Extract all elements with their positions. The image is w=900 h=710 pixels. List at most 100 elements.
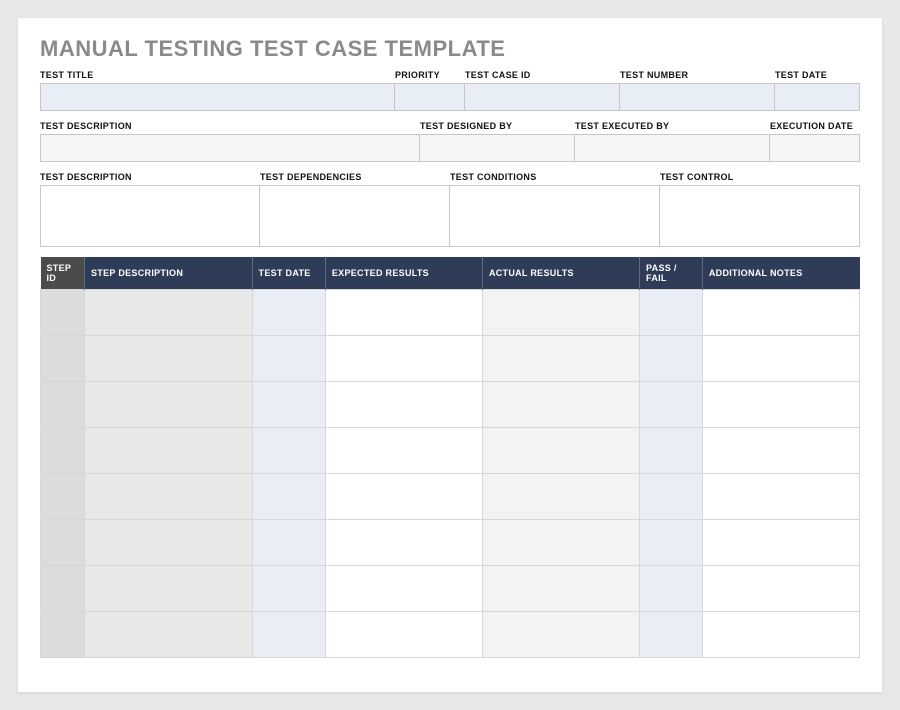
table-row <box>41 520 860 566</box>
label-test-case-id: TEST CASE ID <box>465 68 620 83</box>
cell-notes[interactable] <box>702 382 859 428</box>
cell-step-id[interactable] <box>41 336 85 382</box>
cell-pass-fail[interactable] <box>640 428 703 474</box>
cell-expected[interactable] <box>325 612 482 658</box>
cell-test-date[interactable] <box>252 290 325 336</box>
cell-test-date[interactable] <box>252 336 325 382</box>
cell-expected[interactable] <box>325 474 482 520</box>
cell-test-date[interactable] <box>252 566 325 612</box>
cell-step-id[interactable] <box>41 566 85 612</box>
cell-step-desc[interactable] <box>84 382 252 428</box>
cell-step-desc[interactable] <box>84 290 252 336</box>
cell-actual[interactable] <box>482 520 639 566</box>
cell-step-id[interactable] <box>41 474 85 520</box>
cell-test-date[interactable] <box>252 520 325 566</box>
cell-expected[interactable] <box>325 382 482 428</box>
fields-row-3: TEST DESCRIPTION TEST DEPENDENCIES TEST … <box>40 170 860 247</box>
label-test-date: TEST DATE <box>775 68 860 83</box>
table-row <box>41 428 860 474</box>
col-pass-fail: PASS / FAIL <box>640 257 703 290</box>
label-test-number: TEST NUMBER <box>620 68 775 83</box>
table-row <box>41 290 860 336</box>
cell-actual[interactable] <box>482 612 639 658</box>
col-step-id: STEP ID <box>41 257 85 290</box>
field-test-date[interactable] <box>775 83 860 111</box>
cell-pass-fail[interactable] <box>640 474 703 520</box>
cell-notes[interactable] <box>702 612 859 658</box>
template-page: MANUAL TESTING TEST CASE TEMPLATE TEST T… <box>18 18 882 692</box>
cell-pass-fail[interactable] <box>640 566 703 612</box>
cell-step-id[interactable] <box>41 612 85 658</box>
cell-step-id[interactable] <box>41 290 85 336</box>
table-row <box>41 474 860 520</box>
cell-expected[interactable] <box>325 520 482 566</box>
field-test-description-r2[interactable] <box>40 134 420 162</box>
cell-step-desc[interactable] <box>84 520 252 566</box>
cell-pass-fail[interactable] <box>640 290 703 336</box>
field-test-title[interactable] <box>40 83 395 111</box>
cell-pass-fail[interactable] <box>640 336 703 382</box>
label-execution-date: EXECUTION DATE <box>770 119 860 134</box>
cell-notes[interactable] <box>702 474 859 520</box>
cell-actual[interactable] <box>482 428 639 474</box>
cell-expected[interactable] <box>325 336 482 382</box>
col-actual: ACTUAL RESULTS <box>482 257 639 290</box>
cell-actual[interactable] <box>482 566 639 612</box>
steps-header-row: STEP ID STEP DESCRIPTION TEST DATE EXPEC… <box>41 257 860 290</box>
cell-step-desc[interactable] <box>84 474 252 520</box>
label-priority: PRIORITY <box>395 68 465 83</box>
cell-notes[interactable] <box>702 566 859 612</box>
field-test-conditions[interactable] <box>450 185 660 247</box>
label-test-dependencies: TEST DEPENDENCIES <box>260 170 450 185</box>
cell-actual[interactable] <box>482 290 639 336</box>
cell-step-desc[interactable] <box>84 336 252 382</box>
cell-step-desc[interactable] <box>84 428 252 474</box>
col-expected: EXPECTED RESULTS <box>325 257 482 290</box>
cell-actual[interactable] <box>482 336 639 382</box>
cell-pass-fail[interactable] <box>640 382 703 428</box>
label-test-title: TEST TITLE <box>40 68 395 83</box>
cell-expected[interactable] <box>325 290 482 336</box>
table-row <box>41 336 860 382</box>
cell-step-id[interactable] <box>41 520 85 566</box>
field-test-dependencies[interactable] <box>260 185 450 247</box>
col-step-desc: STEP DESCRIPTION <box>84 257 252 290</box>
field-execution-date[interactable] <box>770 134 860 162</box>
cell-step-desc[interactable] <box>84 566 252 612</box>
field-test-executed-by[interactable] <box>575 134 770 162</box>
cell-pass-fail[interactable] <box>640 612 703 658</box>
cell-pass-fail[interactable] <box>640 520 703 566</box>
table-row <box>41 612 860 658</box>
steps-table: STEP ID STEP DESCRIPTION TEST DATE EXPEC… <box>40 257 860 658</box>
cell-step-id[interactable] <box>41 382 85 428</box>
cell-notes[interactable] <box>702 336 859 382</box>
field-test-case-id[interactable] <box>465 83 620 111</box>
cell-expected[interactable] <box>325 566 482 612</box>
fields-row-1: TEST TITLE PRIORITY TEST CASE ID TEST NU… <box>40 68 860 111</box>
cell-actual[interactable] <box>482 474 639 520</box>
cell-test-date[interactable] <box>252 612 325 658</box>
label-test-description-r3: TEST DESCRIPTION <box>40 170 260 185</box>
cell-test-date[interactable] <box>252 428 325 474</box>
label-test-designed-by: TEST DESIGNED BY <box>420 119 575 134</box>
cell-step-id[interactable] <box>41 428 85 474</box>
cell-test-date[interactable] <box>252 474 325 520</box>
cell-step-desc[interactable] <box>84 612 252 658</box>
field-test-control[interactable] <box>660 185 860 247</box>
cell-test-date[interactable] <box>252 382 325 428</box>
page-title: MANUAL TESTING TEST CASE TEMPLATE <box>40 36 860 62</box>
field-test-number[interactable] <box>620 83 775 111</box>
cell-actual[interactable] <box>482 382 639 428</box>
field-priority[interactable] <box>395 83 465 111</box>
col-notes: ADDITIONAL NOTES <box>702 257 859 290</box>
cell-notes[interactable] <box>702 520 859 566</box>
cell-expected[interactable] <box>325 428 482 474</box>
col-test-date: TEST DATE <box>252 257 325 290</box>
cell-notes[interactable] <box>702 428 859 474</box>
field-test-description-r3[interactable] <box>40 185 260 247</box>
field-test-designed-by[interactable] <box>420 134 575 162</box>
table-row <box>41 382 860 428</box>
cell-notes[interactable] <box>702 290 859 336</box>
table-row <box>41 566 860 612</box>
label-test-conditions: TEST CONDITIONS <box>450 170 660 185</box>
